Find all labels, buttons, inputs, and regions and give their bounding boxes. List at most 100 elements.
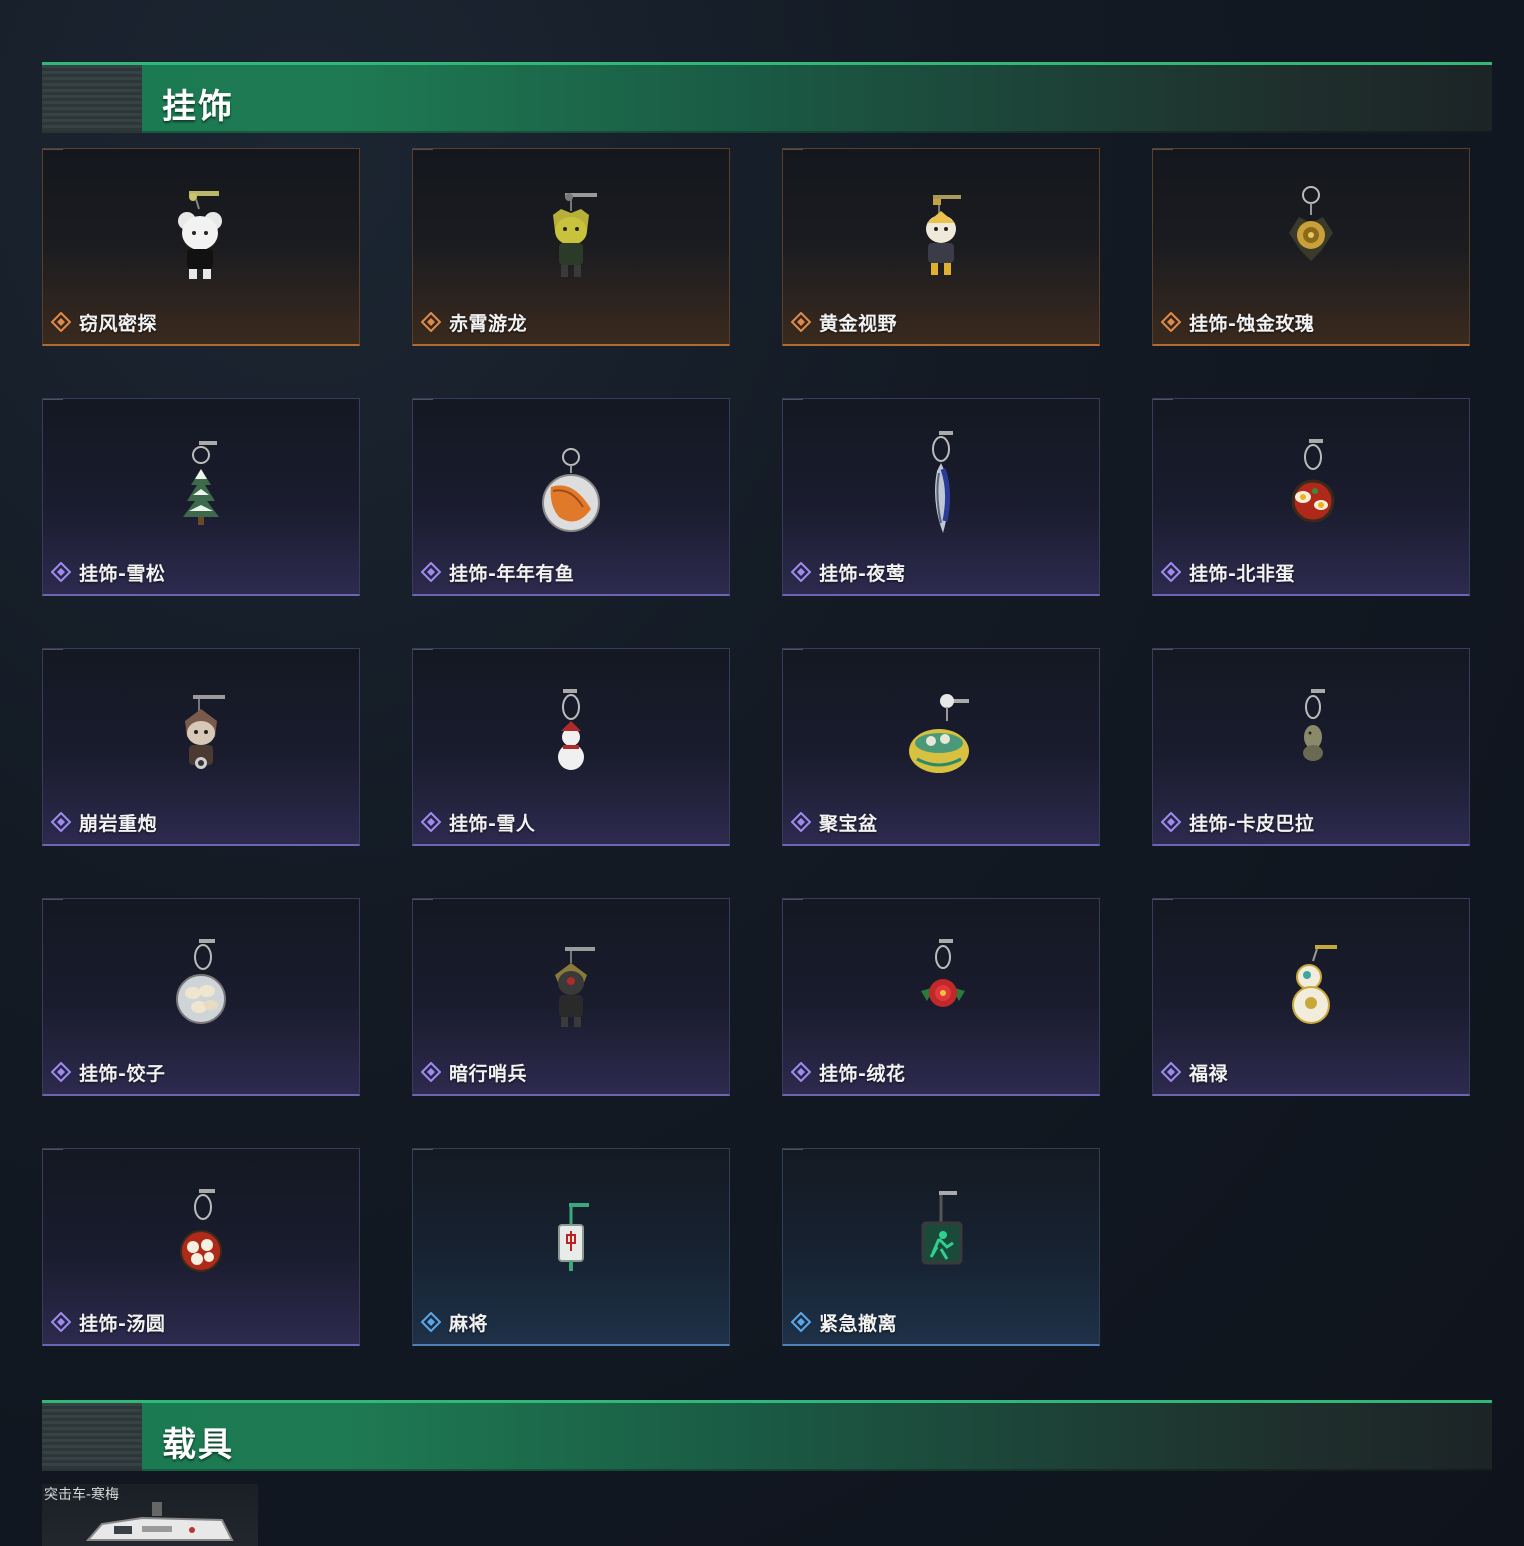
card-label: 挂饰-北非蛋 (1161, 558, 1295, 586)
charm-card[interactable]: 挂饰-雪人 (412, 648, 730, 846)
charm-card[interactable]: 挂饰-夜莺 (782, 398, 1100, 596)
rarity-diamond-icon (1161, 1062, 1181, 1082)
charm-card[interactable]: 福禄 (1152, 898, 1470, 1096)
charm-card[interactable]: 紧急撤离 (782, 1148, 1100, 1346)
rarity-diamond-icon (51, 1312, 71, 1332)
vehicle-card[interactable]: 突击车-寒梅 (42, 1484, 258, 1546)
card-name: 暗行哨兵 (449, 1062, 528, 1085)
charm-card[interactable]: 窃风密探 (42, 148, 360, 346)
card-name: 挂饰-饺子 (79, 1062, 166, 1085)
emergency-exit-sign-charm-icon (921, 1191, 963, 1265)
charm-grid: 窃风密探 赤霄游龙 黄金视野 挂饰-蚀金玫瑰 挂饰-雪松 挂饰-年年有鱼 挂饰-… (42, 148, 1472, 1348)
golden-doll-charm-icon (926, 195, 961, 275)
rarity-diamond-icon (1161, 812, 1181, 832)
card-name: 挂饰-蚀金玫瑰 (1189, 312, 1315, 335)
card-label: 挂饰-绒花 (791, 1058, 905, 1086)
card-name: 挂饰-夜莺 (819, 562, 906, 585)
charm-card[interactable]: 挂饰-饺子 (42, 898, 360, 1096)
charm-card[interactable]: 黄金视野 (782, 148, 1100, 346)
card-label: 挂饰-夜莺 (791, 558, 905, 586)
rarity-diamond-icon (791, 1312, 811, 1332)
red-velvet-flower-charm-icon (921, 939, 965, 1007)
snow-pine-charm-icon (183, 441, 219, 525)
rarity-diamond-icon (51, 562, 71, 582)
charm-card[interactable]: 挂饰-绒花 (782, 898, 1100, 1096)
tangyuan-bowl-charm-icon (180, 1189, 222, 1272)
rarity-diamond-icon (51, 1062, 71, 1082)
card-label: 紧急撤离 (791, 1308, 897, 1336)
card-label: 挂饰-年年有鱼 (421, 558, 574, 586)
dragon-doll-charm-icon (553, 193, 597, 277)
rarity-diamond-icon (51, 812, 71, 832)
charm-card[interactable]: 聚宝盆 (782, 648, 1100, 846)
section-header-vehicles: 载具 (42, 1400, 1492, 1471)
charm-card[interactable]: 挂饰-北非蛋 (1152, 398, 1470, 596)
nightingale-feather-charm-icon (932, 431, 953, 533)
card-label: 挂饰-蚀金玫瑰 (1161, 308, 1314, 336)
card-label: 挂饰-雪松 (51, 558, 165, 586)
card-name: 窃风密探 (79, 312, 158, 335)
charm-card[interactable]: 挂饰-卡皮巴拉 (1152, 648, 1470, 846)
assault-vehicle-icon (85, 1502, 234, 1541)
card-name: 挂饰-汤圆 (79, 1312, 166, 1335)
dumplings-plate-charm-icon (176, 939, 226, 1024)
card-name: 紧急撤离 (819, 1312, 898, 1335)
card-name: 挂饰-雪人 (449, 812, 536, 835)
section-header-charms: 挂饰 (42, 62, 1492, 133)
mahjong-tile-charm-icon (558, 1203, 589, 1271)
card-name: 挂饰-绒花 (819, 1062, 906, 1085)
charm-card[interactable]: 暗行哨兵 (412, 898, 730, 1096)
card-name: 赤霄游龙 (449, 312, 528, 335)
capybara-charm-icon (1303, 689, 1325, 761)
charm-card[interactable]: 挂饰-年年有鱼 (412, 398, 730, 596)
card-name: 崩岩重炮 (79, 812, 158, 835)
header-stripe-decoration (42, 65, 142, 133)
rock-cannon-doll-charm-icon (185, 695, 225, 769)
card-name: 黄金视野 (819, 312, 898, 335)
rarity-diamond-icon (421, 1062, 441, 1082)
card-label: 挂饰-汤圆 (51, 1308, 165, 1336)
card-name: 挂饰-雪松 (79, 562, 166, 585)
shakshuka-pan-charm-icon (1291, 439, 1335, 523)
rarity-diamond-icon (791, 562, 811, 582)
fish-plate-charm-icon (542, 448, 600, 532)
shadow-sentry-doll-charm-icon (555, 947, 595, 1027)
card-label: 赤霄游龙 (421, 308, 527, 336)
card-name: 麻将 (449, 1312, 489, 1335)
card-label: 暗行哨兵 (421, 1058, 527, 1086)
card-name: 挂饰-年年有鱼 (449, 562, 575, 585)
golden-rose-charm-icon (1289, 186, 1333, 261)
rarity-diamond-icon (421, 812, 441, 832)
rarity-diamond-icon (1161, 312, 1181, 332)
charm-card[interactable]: 崩岩重炮 (42, 648, 360, 846)
snowman-charm-icon (558, 689, 584, 770)
rarity-diamond-icon (421, 562, 441, 582)
header-stripe-decoration (42, 1403, 142, 1471)
treasure-basin-charm-icon (909, 694, 969, 773)
rarity-diamond-icon (791, 1062, 811, 1082)
card-label: 崩岩重炮 (51, 808, 157, 836)
card-name: 聚宝盆 (819, 812, 878, 835)
charm-card[interactable]: 挂饰-蚀金玫瑰 (1152, 148, 1470, 346)
card-label: 窃风密探 (51, 308, 157, 336)
card-label: 麻将 (421, 1308, 488, 1336)
card-name: 挂饰-北非蛋 (1189, 562, 1295, 585)
card-label: 挂饰-卡皮巴拉 (1161, 808, 1314, 836)
card-label: 福禄 (1161, 1058, 1228, 1086)
rarity-diamond-icon (421, 1312, 441, 1332)
charm-card[interactable]: 赤霄游龙 (412, 148, 730, 346)
rarity-diamond-icon (1161, 562, 1181, 582)
section-title: 载具 (162, 1425, 234, 1465)
charm-card[interactable]: 麻将 (412, 1148, 730, 1346)
card-label: 黄金视野 (791, 308, 897, 336)
charm-card[interactable]: 挂饰-雪松 (42, 398, 360, 596)
card-label: 挂饰-饺子 (51, 1058, 165, 1086)
card-label: 挂饰-雪人 (421, 808, 535, 836)
charm-card[interactable]: 挂饰-汤圆 (42, 1148, 360, 1346)
rarity-diamond-icon (51, 312, 71, 332)
gourd-charm-icon (1292, 945, 1337, 1024)
rarity-diamond-icon (791, 812, 811, 832)
section-title: 挂饰 (162, 87, 234, 127)
rarity-diamond-icon (791, 312, 811, 332)
card-name: 挂饰-卡皮巴拉 (1189, 812, 1315, 835)
